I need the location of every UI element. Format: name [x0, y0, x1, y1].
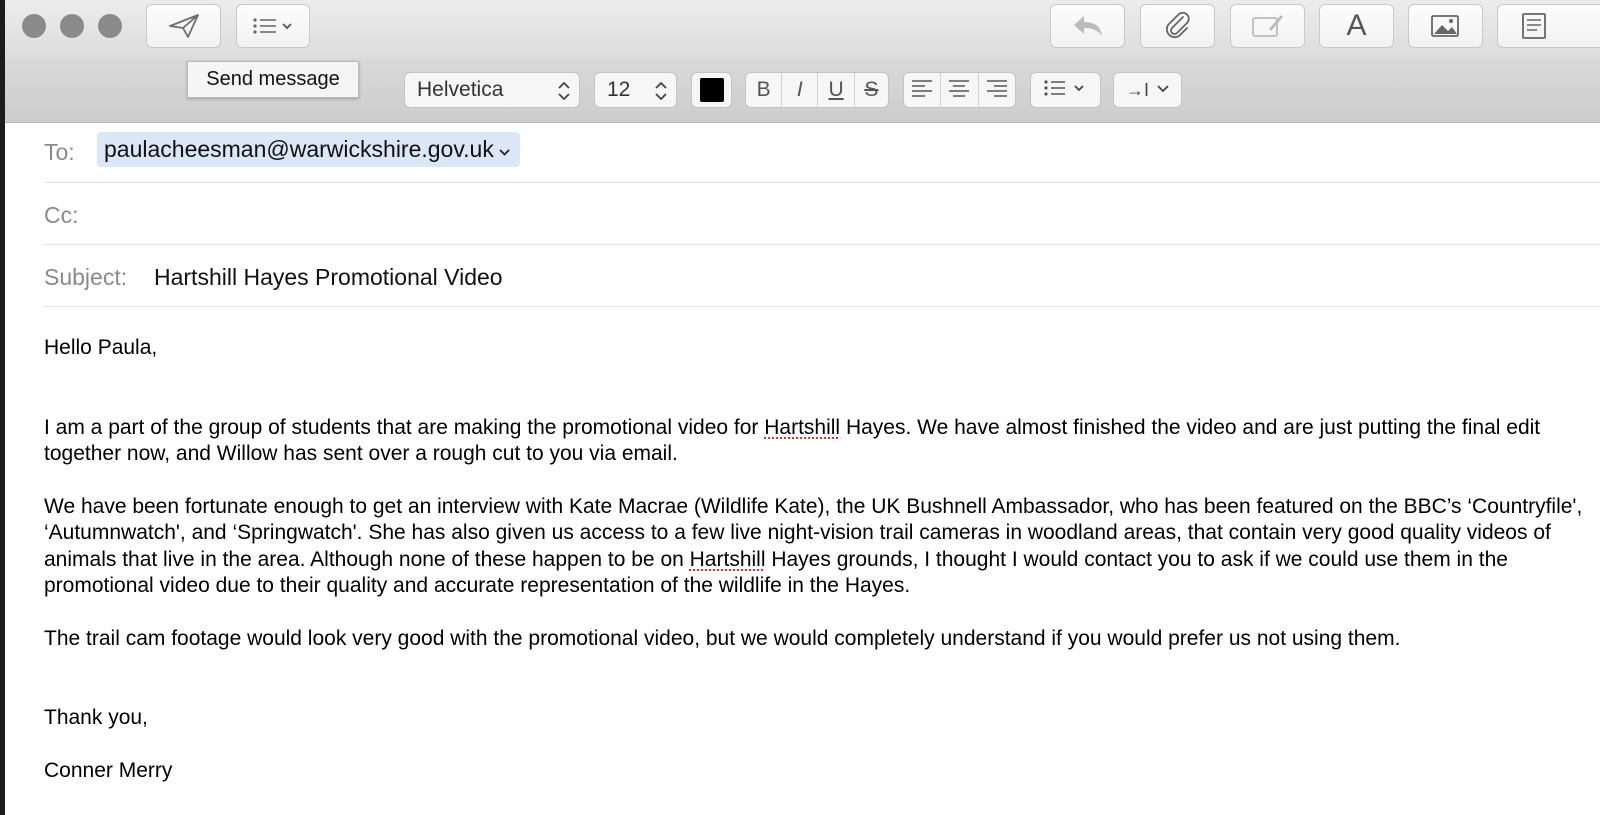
align-right-icon [986, 79, 1008, 102]
strike-glyph: S [864, 78, 879, 101]
photo-browser-button[interactable] [1408, 4, 1483, 48]
message-body[interactable]: Hello Paula, I am a part of the group of… [44, 335, 1589, 784]
paper-plane-icon [168, 13, 200, 39]
up-down-chevron-icon [654, 80, 668, 107]
subject-field[interactable]: Hartshill Hayes Promotional Video [154, 264, 503, 291]
alignment-group [903, 72, 1016, 108]
font-size-select[interactable]: 12 [594, 72, 677, 108]
photo-browser-icon [1430, 13, 1462, 39]
compose-window: A Helvetica 12 B I U S →I To: paulachees… [5, 0, 1600, 815]
attach-button[interactable] [1140, 4, 1215, 48]
subject-row[interactable]: Subject: Hartshill Hayes Promotional Vid… [44, 244, 1600, 307]
send-message-tooltip: Send message [187, 61, 359, 98]
list-chevron-icon [251, 16, 295, 36]
italic-glyph: I [796, 78, 803, 101]
strikethrough-button[interactable]: S [853, 73, 888, 107]
indent-icon: →I [1125, 79, 1149, 100]
format-text-icon: A [1346, 9, 1367, 42]
font-size-value: 12 [607, 78, 631, 101]
italic-button[interactable]: I [781, 73, 817, 107]
stationery-button[interactable] [1497, 4, 1600, 48]
bold-glyph: B [756, 78, 771, 101]
cc-row[interactable]: Cc: [44, 182, 1600, 245]
to-row: To: paulacheesman@warwickshire.gov.uk [44, 120, 1600, 183]
misspelled-word: Hartshill [764, 415, 841, 439]
font-family-select[interactable]: Helvetica [404, 72, 580, 108]
align-center-icon [948, 79, 970, 102]
bullet-list-icon [1042, 78, 1090, 103]
body-paragraph-2: We have been fortunate enough to get an … [44, 494, 1583, 598]
body-paragraph-1: I am a part of the group of students tha… [44, 415, 1541, 466]
greeting: Hello Paula, [44, 336, 158, 359]
close-window-button[interactable] [22, 14, 46, 38]
markup-button[interactable] [1230, 4, 1305, 48]
align-center-button[interactable] [940, 73, 977, 107]
list-style-select[interactable] [1030, 72, 1101, 108]
recipient-token[interactable]: paulacheesman@warwickshire.gov.uk [97, 132, 520, 167]
underline-button[interactable]: U [817, 73, 853, 107]
text-style-group: B I U S [745, 72, 889, 108]
up-down-chevron-icon [557, 80, 571, 107]
paperclip-icon [1163, 11, 1193, 41]
chevron-down-icon [499, 136, 510, 163]
align-right-button[interactable] [977, 73, 1015, 107]
signature: Conner Merry [44, 758, 173, 782]
cc-label: Cc: [44, 202, 79, 228]
misspelled-word: Hartshill [689, 547, 766, 571]
to-label: To: [44, 139, 75, 165]
chevron-down-icon [1157, 81, 1169, 99]
recipient-address: paulacheesman@warwickshire.gov.uk [104, 136, 494, 162]
minimize-window-button[interactable] [60, 14, 84, 38]
sign-off: Thank you, [44, 706, 148, 729]
text-color-button[interactable] [691, 72, 732, 108]
reply-button[interactable] [1050, 4, 1125, 48]
text-color-swatch [699, 78, 724, 102]
indent-select[interactable]: →I [1113, 72, 1182, 108]
header-fields-button[interactable] [236, 4, 310, 48]
bold-button[interactable]: B [746, 73, 781, 107]
format-button[interactable]: A [1319, 4, 1394, 48]
zoom-window-button[interactable] [98, 14, 122, 38]
markup-icon [1251, 12, 1285, 40]
font-family-value: Helvetica [417, 78, 504, 101]
align-left-icon [911, 79, 933, 102]
window-toolbar: A [5, 0, 1600, 60]
align-left-button[interactable] [904, 73, 940, 107]
reply-arrow-icon [1072, 13, 1104, 39]
send-button[interactable] [146, 4, 221, 48]
stationery-icon [1521, 12, 1547, 40]
subject-label: Subject: [44, 264, 128, 290]
body-paragraph-3: The trail cam footage would look very go… [44, 626, 1401, 650]
underline-glyph: U [828, 78, 844, 101]
